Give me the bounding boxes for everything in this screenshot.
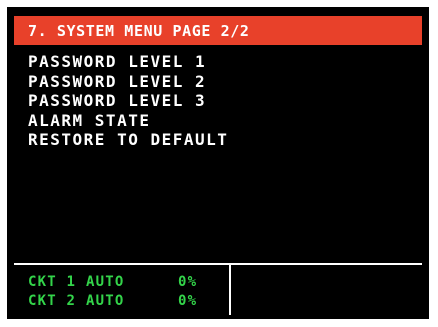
- circuit-output: 0%: [178, 293, 198, 309]
- circuit-status-row: CKT 1 AUTO 0%: [28, 273, 228, 292]
- circuit-status-panel: CKT 1 AUTO 0% CKT 2 AUTO 0%: [28, 273, 228, 311]
- menu-item-alarm-state[interactable]: ALARM STATE: [28, 111, 418, 131]
- circuit-status-row: CKT 2 AUTO 0%: [28, 292, 228, 311]
- menu-title-bar: 7. SYSTEM MENU PAGE 2/2: [14, 16, 422, 45]
- circuit-mode: AUTO: [86, 293, 125, 309]
- menu-item-password-level-2[interactable]: PASSWORD LEVEL 2: [28, 72, 418, 92]
- status-divider-vertical: [229, 263, 231, 315]
- system-menu-list: PASSWORD LEVEL 1 PASSWORD LEVEL 2 PASSWO…: [28, 52, 418, 150]
- circuit-label: CKT 2: [28, 293, 77, 309]
- circuit-output: 0%: [178, 274, 198, 290]
- circuit-label: CKT 1: [28, 274, 77, 290]
- menu-item-restore-to-default[interactable]: RESTORE TO DEFAULT: [28, 130, 418, 150]
- page-title: 7. SYSTEM MENU PAGE 2/2: [28, 21, 250, 40]
- menu-item-password-level-1[interactable]: PASSWORD LEVEL 1: [28, 52, 418, 72]
- circuit-mode: AUTO: [86, 274, 125, 290]
- status-divider-horizontal: [14, 263, 422, 265]
- menu-item-password-level-3[interactable]: PASSWORD LEVEL 3: [28, 91, 418, 111]
- controller-screen: 7. SYSTEM MENU PAGE 2/2 PASSWORD LEVEL 1…: [0, 0, 438, 327]
